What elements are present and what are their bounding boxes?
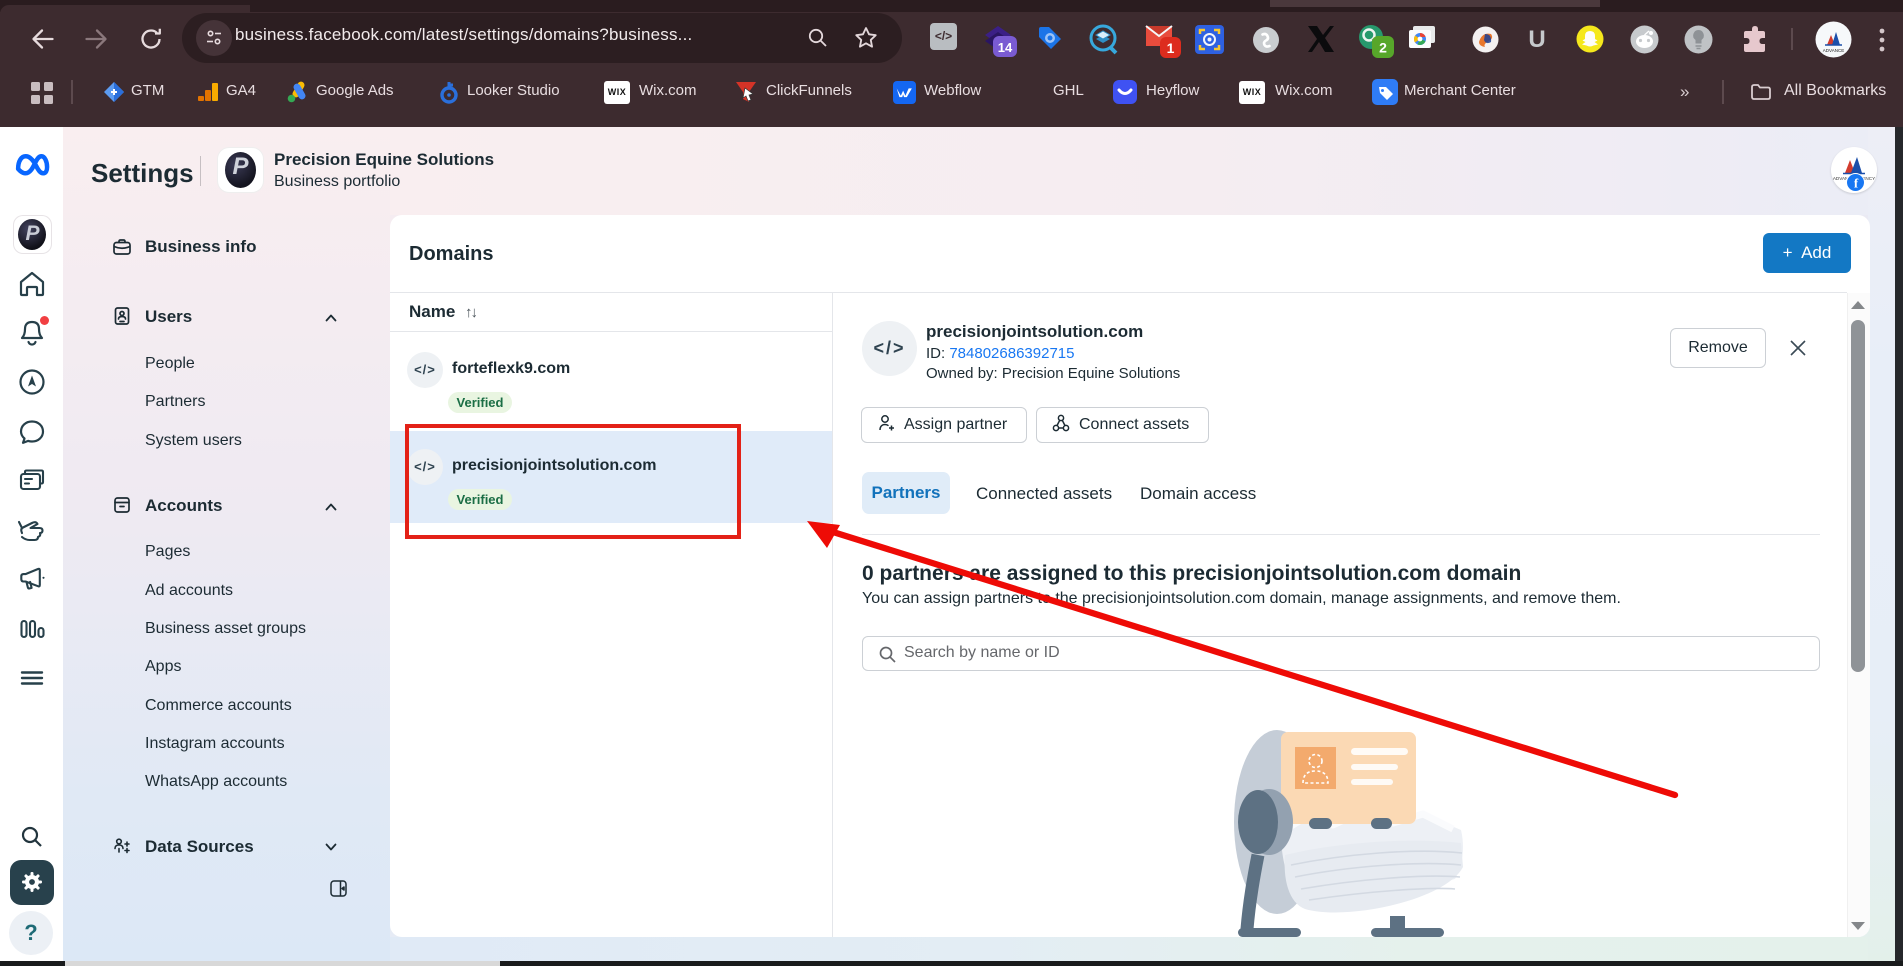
svg-text:14: 14	[998, 40, 1013, 55]
svg-text:f: f	[1854, 176, 1859, 191]
svg-text:ADVANCE: ADVANCE	[1823, 48, 1844, 53]
svg-text:1: 1	[1167, 40, 1175, 56]
svg-text:2: 2	[1379, 40, 1387, 56]
